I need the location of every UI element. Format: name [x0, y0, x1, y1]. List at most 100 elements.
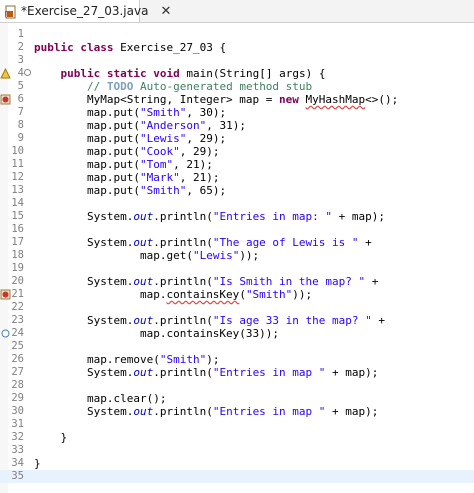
line-number: 5	[17, 80, 24, 92]
line-number: 33	[11, 444, 24, 456]
code-text[interactable]: map.get("Lewis"));	[34, 249, 259, 262]
line-number: 8	[17, 119, 24, 131]
code-text[interactable]: map.put("Smith", 65);	[34, 184, 226, 197]
code-text[interactable]: }	[34, 457, 41, 470]
code-text[interactable]: System.out.println("Entries in map: " + …	[34, 210, 385, 223]
line-number: 27	[11, 366, 24, 378]
code-line-2[interactable]: 2 public class Exercise_27_03 {	[0, 41, 474, 54]
code-line-7[interactable]: 7 map.put("Smith", 30);	[0, 106, 474, 119]
line-number: 18	[11, 249, 24, 261]
code-line-15[interactable]: 15 System.out.println("Entries in map: "…	[0, 210, 474, 223]
line-number: 22	[11, 301, 24, 313]
code-line-6[interactable]: 6 MyMap<String, Integer> map = new MyHas…	[0, 93, 474, 106]
code-text[interactable]: System.out.println("Entries in map " + m…	[34, 366, 378, 379]
tab-title: *Exercise_27_03.java	[21, 4, 149, 18]
code-text[interactable]: map.put("Anderson", 31);	[34, 119, 246, 132]
code-text[interactable]: map.containsKey("Smith"));	[34, 288, 312, 301]
error-icon[interactable]	[0, 289, 12, 301]
line-number: 3	[17, 54, 24, 66]
code-line-23[interactable]: 23 System.out.println("Is age 33 in the …	[0, 314, 474, 327]
line-number: 20	[11, 275, 24, 287]
line-number: 23	[11, 314, 24, 326]
code-line-3[interactable]: 3	[0, 54, 474, 67]
code-line-30[interactable]: 30 System.out.println("Entries in map " …	[0, 405, 474, 418]
code-text[interactable]: MyMap<String, Integer> map = new MyHashM…	[34, 93, 398, 106]
line-number: 7	[17, 106, 24, 118]
code-line-24[interactable]: 24 map.containsKey(33));	[0, 327, 474, 340]
code-line-28[interactable]: 28	[0, 379, 474, 392]
code-text[interactable]: System.out.println("Entries in map " + m…	[34, 405, 378, 418]
code-line-31[interactable]: 31	[0, 418, 474, 431]
line-number: 13	[11, 184, 24, 196]
line-number: 1	[17, 28, 24, 40]
code-line-16[interactable]: 16	[0, 223, 474, 236]
code-text[interactable]: map.put("Lewis", 29);	[34, 132, 226, 145]
code-line-27[interactable]: 27 System.out.println("Entries in map " …	[0, 366, 474, 379]
code-line-25[interactable]: 25	[0, 340, 474, 353]
line-number: 25	[11, 340, 24, 352]
code-line-21[interactable]: 21 map.containsKey("Smith"));	[0, 288, 474, 301]
code-line-35[interactable]: 35	[0, 470, 474, 483]
code-text[interactable]: map.put("Mark", 21);	[34, 171, 220, 184]
line-number: 28	[11, 379, 24, 391]
code-line-1[interactable]: 1	[0, 28, 474, 41]
code-text[interactable]: map.put("Tom", 21);	[34, 158, 213, 171]
code-line-33[interactable]: 33	[0, 444, 474, 457]
code-line-10[interactable]: 10 map.put("Cook", 29);	[0, 145, 474, 158]
line-number: 31	[11, 418, 24, 430]
close-icon[interactable]: ✕	[160, 4, 171, 19]
line-number: 12	[11, 171, 24, 183]
code-text[interactable]: }	[34, 431, 67, 444]
code-line-4[interactable]: 4 public static void main(String[] args)…	[0, 67, 474, 80]
line-number: 26	[11, 353, 24, 365]
code-text[interactable]: public class Exercise_27_03 {	[34, 41, 226, 54]
line-number: 9	[17, 132, 24, 144]
code-line-32[interactable]: 32 }	[0, 431, 474, 444]
code-text[interactable]: map.containsKey(33));	[34, 327, 279, 340]
code-line-29[interactable]: 29 map.clear();	[0, 392, 474, 405]
code-line-19[interactable]: 19	[0, 262, 474, 275]
code-line-26[interactable]: 26 map.remove("Smith");	[0, 353, 474, 366]
code-text[interactable]: map.put("Cook", 29);	[34, 145, 220, 158]
line-number: 19	[11, 262, 24, 274]
code-line-11[interactable]: 11 map.put("Tom", 21);	[0, 158, 474, 171]
editor-tab-bar: J *Exercise_27_03.java ✕	[0, 0, 474, 23]
code-line-13[interactable]: 13 map.put("Smith", 65);	[0, 184, 474, 197]
code-text[interactable]: // TODO Auto-generated method stub	[34, 80, 312, 93]
code-text[interactable]: System.out.println("Is Smith in the map?…	[34, 275, 378, 288]
java-file-icon: J	[4, 4, 18, 19]
code-line-9[interactable]: 9 map.put("Lewis", 29);	[0, 132, 474, 145]
line-number: 32	[11, 431, 24, 443]
line-number: 11	[11, 158, 24, 170]
code-line-12[interactable]: 12 map.put("Mark", 21);	[0, 171, 474, 184]
line-number: 15	[11, 210, 24, 222]
code-text[interactable]: map.put("Smith", 30);	[34, 106, 226, 119]
code-text[interactable]: System.out.println("Is age 33 in the map…	[34, 314, 385, 327]
code-line-18[interactable]: 18 map.get("Lewis"));	[0, 249, 474, 262]
error-icon[interactable]	[0, 94, 12, 106]
line-number: 14	[11, 197, 24, 209]
line-number: 34	[11, 457, 24, 469]
code-text[interactable]: System.out.println("The age of Lewis is …	[34, 236, 372, 249]
svg-text:J: J	[5, 12, 7, 18]
breakpoint-icon[interactable]	[0, 328, 12, 340]
warning-icon[interactable]	[0, 68, 12, 80]
line-number: 2	[17, 41, 24, 53]
code-line-22[interactable]: 22	[0, 301, 474, 314]
line-number: 30	[11, 405, 24, 417]
code-line-8[interactable]: 8 map.put("Anderson", 31);	[0, 119, 474, 132]
tab-exercise-27-03[interactable]: J *Exercise_27_03.java ✕	[0, 0, 171, 22]
code-line-34[interactable]: 34}	[0, 457, 474, 470]
code-text[interactable]: public static void main(String[] args) {	[34, 67, 326, 80]
line-number: 16	[11, 223, 24, 235]
code-editor[interactable]: 1 2 public class Exercise_27_03 { 3 4 public…	[0, 23, 474, 493]
fold-toggle-icon[interactable]	[24, 69, 31, 76]
code-text[interactable]: map.clear();	[34, 392, 166, 405]
code-text[interactable]: map.remove("Smith");	[34, 353, 219, 366]
code-line-17[interactable]: 17 System.out.println("The age of Lewis …	[0, 236, 474, 249]
line-number: 10	[11, 145, 24, 157]
code-line-14[interactable]: 14	[0, 197, 474, 210]
line-number: 17	[11, 236, 24, 248]
code-line-5[interactable]: 5 // TODO Auto-generated method stub	[0, 80, 474, 93]
code-line-20[interactable]: 20 System.out.println("Is Smith in the m…	[0, 275, 474, 288]
